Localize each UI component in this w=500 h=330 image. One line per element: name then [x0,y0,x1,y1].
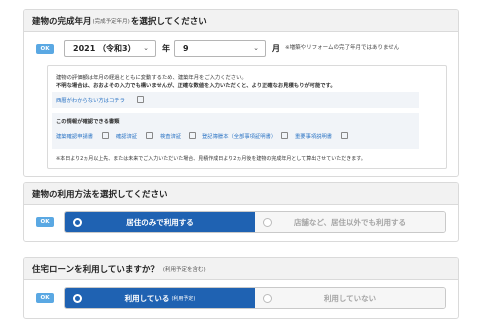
loan-title-sub: (利用予定を含む) [162,266,206,273]
completion-date-section: 建物の完成年月 (完成予定年月) を選択してください OK 2021 （令和3）… [23,9,459,177]
radio-checked-icon [73,294,82,303]
document-link[interactable]: 重要事項説明書 [295,132,332,140]
loan-option-yes[interactable]: 利用している (利用予定) [65,288,255,308]
radio-checked-icon [73,218,82,227]
ok-badge: OK [36,293,54,303]
year-unit: 年 [162,44,170,53]
info-line-1: 建物の評価額は年月の経過とともに変動するため、建築年月をご入力ください。 [56,75,247,81]
completion-date-heading: 建物の完成年月 (完成予定年月) を選択してください [24,10,458,32]
radio-unchecked-icon [263,218,272,227]
documents-band: この情報が確認できる書類 建築確認申請書 確認済証 検査済証 登記簿謄本（全部事… [52,113,419,149]
document-link[interactable]: 建築確認申請書 [56,132,93,140]
completion-info-box: 建物の評価額は年月の経過とともに変動するため、建築年月をご入力ください。 不明な… [47,65,447,169]
usage-section: 建物の利用方法を選択してください OK 居住のみで利用する 店舗など、居住以外で… [23,182,459,242]
unknown-year-band: 西暦がわからない方はコチラ [52,92,419,108]
usage-option-mixed[interactable]: 店舗など、居住以外でも利用する [255,212,445,232]
loan-option-yes-label: 利用している [124,293,170,303]
chevron-down-icon: ⌄ [253,44,259,52]
loan-heading: 住宅ローンを利用していますか？ (利用予定を含む) [24,258,458,280]
loan-title: 住宅ローンを利用していますか？ [32,264,159,275]
year-select[interactable]: 2021 （令和3） ⌄ [64,40,156,57]
usage-heading: 建物の利用方法を選択してください [24,183,458,205]
loan-toggle: 利用している (利用予定) 利用していない [64,287,446,309]
loan-option-no[interactable]: 利用していない [255,288,445,308]
info-line-2: 不明な場合は、おおよその入力でも構いませんが、正確な数値を入力いただくと、より正… [56,83,336,89]
usage-toggle: 居住のみで利用する 店舗など、居住以外でも利用する [64,211,446,233]
info-footnote: ※本日より2ヵ月以上先、または未来でご入力いただいた場合、見積作成日より2ヵ月後… [56,156,366,162]
document-icon [341,132,348,139]
month-select-value: 9 [183,44,189,53]
loan-section: 住宅ローンを利用していますか？ (利用予定を含む) OK 利用している (利用予… [23,257,459,319]
usage-option-residential[interactable]: 居住のみで利用する [65,212,255,232]
year-select-value: 2021 （令和3） [73,44,136,53]
document-link[interactable]: 確認済証 [116,132,137,140]
ok-badge: OK [36,44,54,54]
completion-date-note: ※増築やリフォームの完了年月ではありません [285,45,400,51]
month-unit: 月 [272,44,280,53]
unknown-year-link[interactable]: 西暦がわからない方はコチラ [56,96,125,104]
month-select[interactable]: 9 ⌄ [174,40,266,57]
document-icon [189,132,196,139]
document-link[interactable]: 登記簿謄本（全部事項証明書） [202,132,276,140]
completion-date-title-sub: (完成予定年月) [92,18,130,25]
document-icon [102,132,109,139]
document-link[interactable]: 検査済証 [160,132,181,140]
document-icon [137,96,144,103]
radio-unchecked-icon [263,294,272,303]
document-icon [281,132,288,139]
usage-option-mixed-label: 店舗など、居住以外でも利用する [293,217,407,227]
completion-date-title: 建物の完成年月 [32,16,92,27]
documents-heading: この情報が確認できる書類 [56,119,120,125]
usage-option-residential-label: 居住のみで利用する [126,217,194,227]
usage-title: 建物の利用方法を選択してください [32,189,168,200]
loan-option-no-label: 利用していない [323,293,377,303]
chevron-down-icon: ⌄ [143,44,149,52]
ok-badge: OK [36,217,54,227]
document-icon [146,132,153,139]
loan-option-yes-sub: (利用予定) [171,295,196,302]
completion-date-title-suffix: を選択してください [130,16,207,27]
